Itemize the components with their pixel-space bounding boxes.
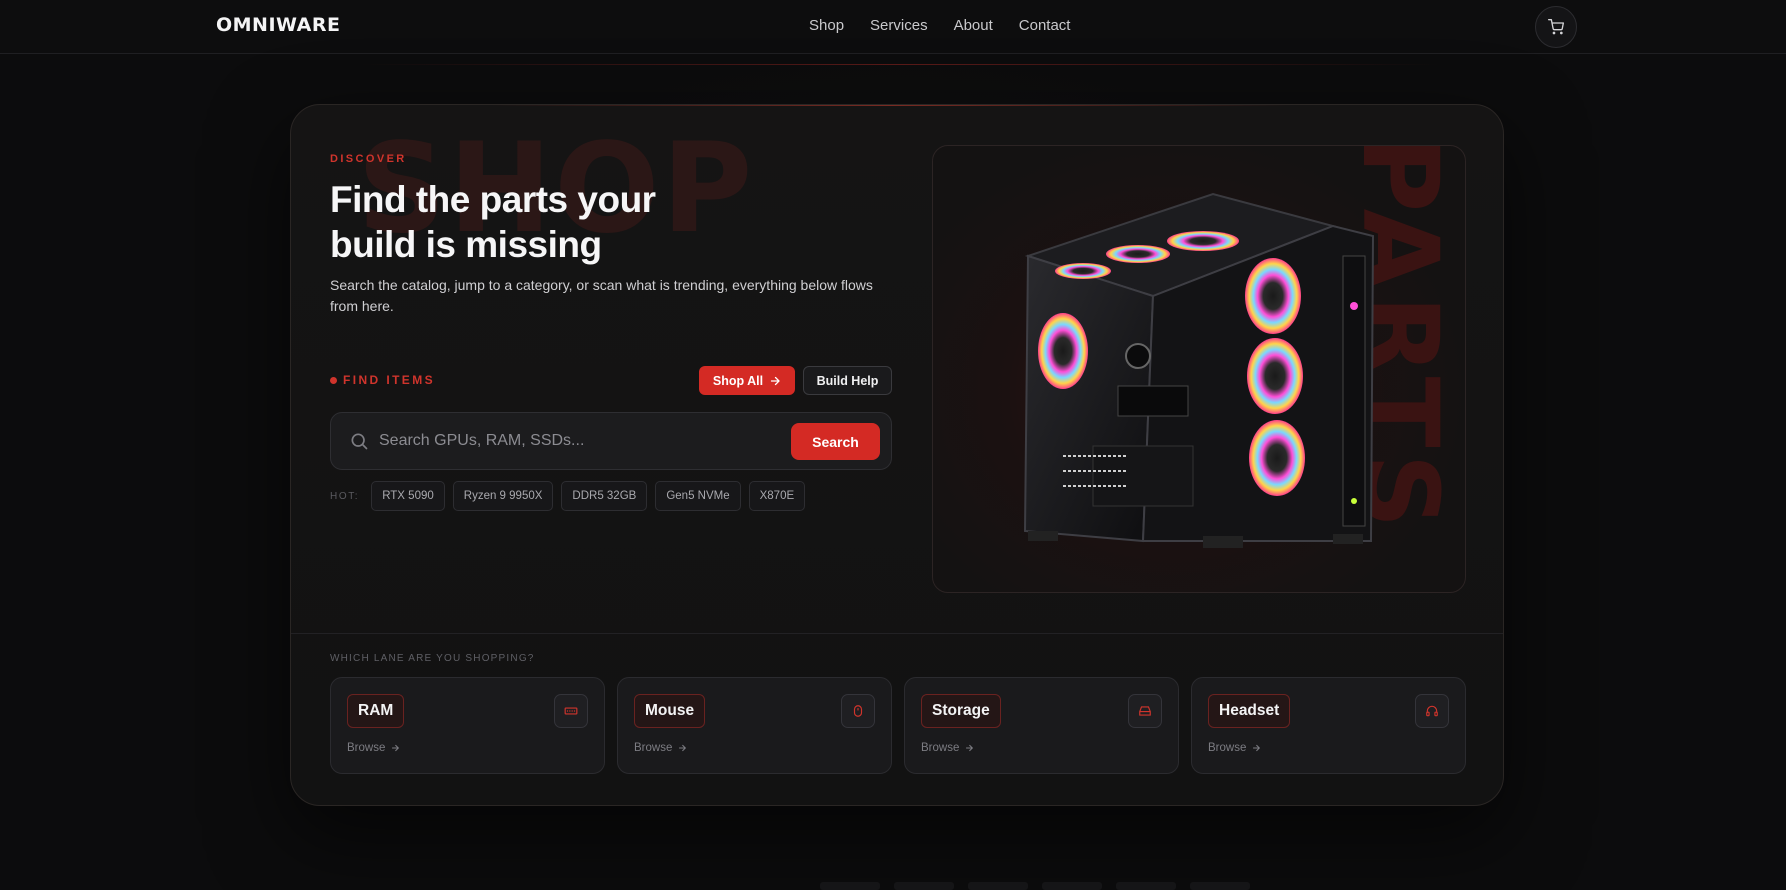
browse-label: Browse <box>634 742 673 754</box>
lane-title: Headset <box>1208 694 1291 728</box>
build-help-button[interactable]: Build Help <box>803 366 892 395</box>
shop-all-label: Shop All <box>712 373 764 388</box>
lanes-label: WHICH LANE ARE YOU SHOPPING? <box>330 653 535 664</box>
lane-title: Storage <box>921 694 1001 728</box>
hot-chip[interactable]: X870E <box>748 481 806 511</box>
browse-link[interactable]: Browse <box>347 742 400 754</box>
brand-logo[interactable]: OMNIWARE <box>216 14 340 36</box>
nav-glow-line <box>360 64 1440 65</box>
cart-button[interactable] <box>1535 6 1577 48</box>
browse-link[interactable]: Browse <box>1208 742 1261 754</box>
hot-chip[interactable]: Ryzen 9 9950X <box>452 481 554 511</box>
search-bar: Search <box>330 412 892 470</box>
lane-card-mouse[interactable]: Mouse Browse <box>617 677 892 774</box>
browse-link[interactable]: Browse <box>634 742 687 754</box>
browse-link[interactable]: Browse <box>921 742 974 754</box>
status-dot <box>330 376 337 384</box>
product-image-panel: PARTS <box>932 145 1466 593</box>
memory-icon <box>554 694 588 728</box>
arrow-right-icon <box>966 744 974 752</box>
arrow-right-icon <box>392 744 400 752</box>
find-items-label: FIND ITEMS <box>330 373 435 387</box>
find-items-text: FIND ITEMS <box>343 373 435 387</box>
hero-subtext: Search the catalog, jump to a category, … <box>330 277 873 314</box>
hero-top-accent <box>491 105 1291 106</box>
eyebrow-label: DISCOVER <box>330 153 407 165</box>
hot-chip[interactable]: Gen5 NVMe <box>655 481 741 511</box>
hero-headline: Find the parts your build is missing <box>330 179 656 265</box>
browse-label: Browse <box>347 742 386 754</box>
arrow-right-icon <box>679 744 687 752</box>
headset-icon <box>1415 694 1449 728</box>
next-section-peek <box>820 882 1460 890</box>
lane-card-headset[interactable]: Headset Browse <box>1191 677 1466 774</box>
hot-label: HOT: <box>330 490 360 502</box>
lane-title: Mouse <box>634 694 706 728</box>
pc-case-image <box>1023 192 1375 548</box>
shop-all-button[interactable]: Shop All <box>699 366 795 395</box>
lane-card-ram[interactable]: RAM Browse <box>330 677 605 774</box>
nav-links: Shop Services About Contact <box>809 17 1070 34</box>
top-nav: OMNIWARE Shop Services About Contact <box>0 0 1786 54</box>
arrow-right-icon <box>1253 744 1261 752</box>
nav-link-about[interactable]: About <box>954 17 993 34</box>
cart-icon <box>1548 19 1564 35</box>
lane-card-storage[interactable]: Storage Browse <box>904 677 1179 774</box>
mouse-icon <box>841 694 875 728</box>
search-button[interactable]: Search <box>791 423 880 460</box>
drive-icon <box>1128 694 1162 728</box>
lane-cards: RAM Browse Mouse Browse Storage Browse H… <box>330 677 1466 774</box>
search-input[interactable] <box>379 423 779 459</box>
nav-link-shop[interactable]: Shop <box>809 17 844 34</box>
hot-chips-row: HOT: RTX 5090 Ryzen 9 9950X DDR5 32GB Ge… <box>330 481 806 511</box>
lane-title: RAM <box>347 694 405 728</box>
hot-chip[interactable]: RTX 5090 <box>371 481 445 511</box>
nav-link-contact[interactable]: Contact <box>1019 17 1071 34</box>
arrow-right-icon <box>770 376 780 385</box>
browse-label: Browse <box>921 742 960 754</box>
nav-link-services[interactable]: Services <box>870 17 928 34</box>
search-icon <box>351 433 368 450</box>
hot-chip[interactable]: DDR5 32GB <box>561 481 648 511</box>
hero-card: SHOP DISCOVER Find the parts your build … <box>290 104 1504 806</box>
section-divider <box>291 633 1503 634</box>
browse-label: Browse <box>1208 742 1247 754</box>
